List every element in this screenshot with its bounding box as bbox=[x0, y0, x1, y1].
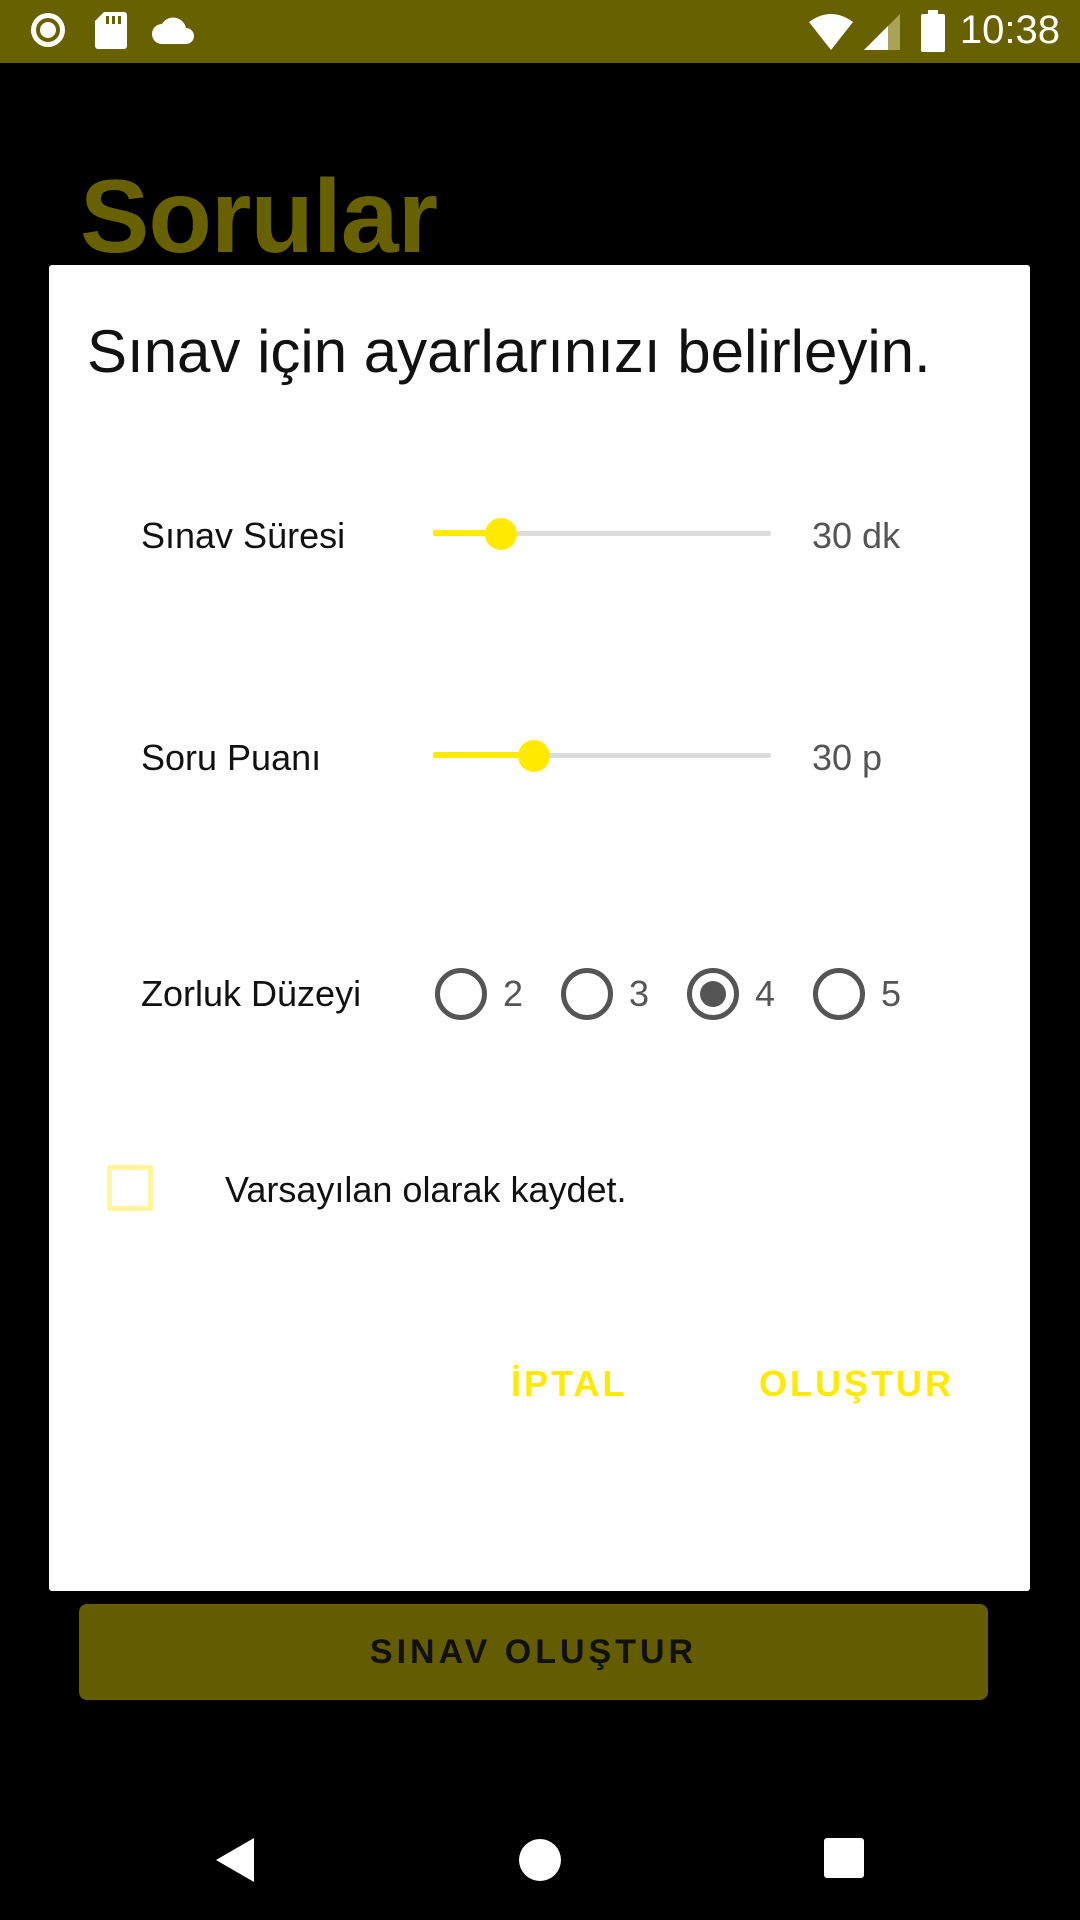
save-default-checkbox[interactable] bbox=[107, 1165, 153, 1211]
score-slider[interactable] bbox=[433, 736, 771, 776]
wifi-icon bbox=[809, 14, 853, 50]
cancel-button[interactable]: İPTAL bbox=[511, 1363, 627, 1405]
difficulty-option-5[interactable]: 5 bbox=[813, 968, 901, 1020]
exam-settings-dialog: Sınav için ayarlarınızı belirleyin. Sına… bbox=[49, 265, 1030, 1591]
difficulty-option-4[interactable]: 4 bbox=[687, 968, 775, 1020]
create-exam-button[interactable]: SINAV OLUŞTUR bbox=[79, 1604, 988, 1700]
sd-card-icon bbox=[95, 12, 127, 49]
home-icon[interactable] bbox=[518, 1838, 562, 1882]
recents-icon[interactable] bbox=[824, 1838, 864, 1878]
duration-value: 30 dk bbox=[812, 515, 901, 556]
duration-slider[interactable] bbox=[433, 514, 771, 554]
radio-circle-5[interactable] bbox=[813, 968, 865, 1020]
difficulty-option-label: 3 bbox=[629, 973, 650, 1014]
difficulty-option-label: 4 bbox=[755, 973, 776, 1014]
dialog-title: Sınav için ayarlarınızı belirleyin. bbox=[87, 318, 931, 385]
create-button[interactable]: OLUŞTUR bbox=[759, 1363, 954, 1405]
battery-icon bbox=[921, 10, 945, 52]
radio-circle-2[interactable] bbox=[435, 968, 487, 1020]
status-time: 10:38 bbox=[959, 8, 1060, 52]
signal-icon bbox=[864, 14, 900, 50]
navigation-bar bbox=[0, 1800, 1080, 1920]
difficulty-option-label: 5 bbox=[881, 973, 902, 1014]
difficulty-option-3[interactable]: 3 bbox=[561, 968, 649, 1020]
radio-circle-3[interactable] bbox=[561, 968, 613, 1020]
status-bar: 10:38 bbox=[0, 0, 1080, 63]
back-icon[interactable] bbox=[214, 1836, 256, 1884]
score-value: 30 p bbox=[812, 737, 883, 778]
score-label: Soru Puanı bbox=[141, 737, 322, 778]
record-icon bbox=[31, 13, 65, 47]
page-title: Sorular bbox=[80, 159, 438, 275]
difficulty-option-label: 2 bbox=[503, 973, 524, 1014]
difficulty-option-2[interactable]: 2 bbox=[435, 968, 523, 1020]
duration-label: Sınav Süresi bbox=[141, 515, 346, 556]
radio-circle-4[interactable] bbox=[687, 968, 739, 1020]
score-slider-thumb[interactable] bbox=[518, 740, 551, 772]
create-exam-button-label: SINAV OLUŞTUR bbox=[369, 1632, 698, 1671]
save-default-label[interactable]: Varsayılan olarak kaydet. bbox=[225, 1169, 627, 1211]
duration-slider-thumb[interactable] bbox=[484, 518, 517, 550]
difficulty-label: Zorluk Düzeyi bbox=[141, 973, 362, 1014]
cloud-icon bbox=[152, 17, 194, 44]
